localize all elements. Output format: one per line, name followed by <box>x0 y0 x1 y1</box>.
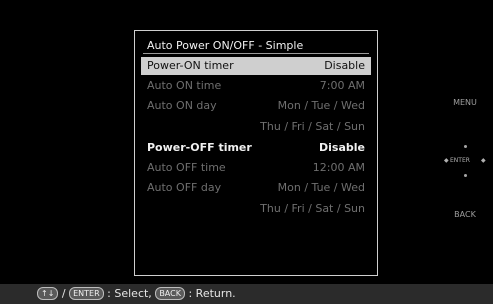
menu-item-power-off-timer[interactable]: Power-OFF timer Disable <box>141 139 371 157</box>
menu-item-value: Mon / Tue / Wed <box>277 99 365 112</box>
menu-item-value: Disable <box>319 141 365 154</box>
help-separator: / <box>61 287 66 300</box>
help-text: ↑↓ / ENTER : Select, BACK : Return. <box>37 284 236 304</box>
auto-power-dialog: Auto Power ON/OFF - Simple Power-ON time… <box>134 30 378 276</box>
right-arrow-icon: ◆ <box>481 157 486 164</box>
menu-item-label: Auto OFF day <box>147 181 222 194</box>
menu-item-auto-off-day[interactable]: Auto OFF day Mon / Tue / Wed <box>141 179 371 197</box>
back-key-icon: BACK <box>155 286 185 300</box>
menu-item-label: Auto OFF time <box>147 161 226 174</box>
help-return-text: : Return. <box>188 287 236 300</box>
back-button-label[interactable]: BACK <box>440 210 490 219</box>
enter-label: ENTER <box>450 157 470 164</box>
dpad-control[interactable]: ◆ ENTER ◆ <box>441 141 489 185</box>
help-bar: ↑↓ / ENTER : Select, BACK : Return. <box>0 284 493 304</box>
menu-item-value: 12:00 AM <box>312 161 365 174</box>
menu-item-label: Auto ON time <box>147 79 222 92</box>
menu-item-value: Thu / Fri / Sat / Sun <box>260 202 365 215</box>
menu-item-label: Power-ON timer <box>147 59 234 72</box>
menu-item-auto-on-day[interactable]: Auto ON day Mon / Tue / Wed <box>141 97 371 115</box>
menu-item-label: Auto ON day <box>147 99 217 112</box>
down-dot-icon <box>464 174 467 177</box>
menu-item-auto-on-time[interactable]: Auto ON time 7:00 AM <box>141 77 371 95</box>
dialog-title: Auto Power ON/OFF - Simple <box>147 39 304 52</box>
menu-item-label: Power-OFF timer <box>147 141 252 154</box>
menu-item-power-on-timer[interactable]: Power-ON timer Disable <box>141 57 371 75</box>
menu-item-value: Thu / Fri / Sat / Sun <box>260 120 365 133</box>
screen: Auto Power ON/OFF - Simple Power-ON time… <box>0 0 493 304</box>
menu-item-value: Disable <box>324 59 365 72</box>
title-divider <box>143 53 369 54</box>
up-dot-icon <box>464 145 467 148</box>
enter-key-icon: ENTER <box>69 286 104 300</box>
menu-item-value: 7:00 AM <box>319 79 365 92</box>
left-arrow-icon: ◆ <box>444 157 449 164</box>
help-select-text: : Select, <box>107 287 152 300</box>
menu-item-auto-off-time[interactable]: Auto OFF time 12:00 AM <box>141 159 371 177</box>
menu-item-value: Mon / Tue / Wed <box>277 181 365 194</box>
menu-button-label[interactable]: MENU <box>440 98 490 107</box>
menu-item-auto-on-day-cont[interactable]: Thu / Fri / Sat / Sun <box>141 118 371 136</box>
menu-item-auto-off-day-cont[interactable]: Thu / Fri / Sat / Sun <box>141 200 371 218</box>
up-down-key-icon: ↑↓ <box>37 286 59 300</box>
